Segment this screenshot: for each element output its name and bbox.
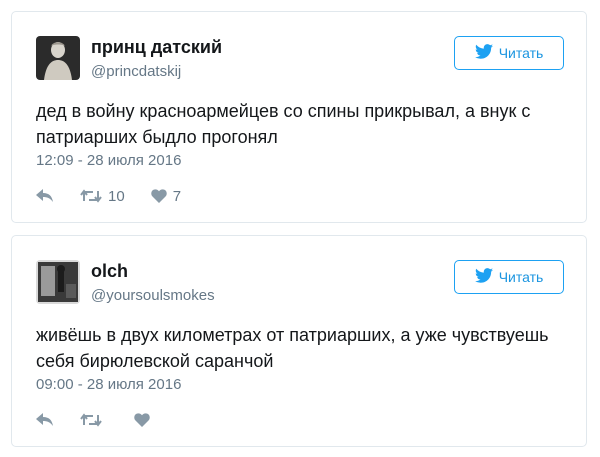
follow-label: Читать xyxy=(498,269,544,285)
follow-label: Читать xyxy=(498,45,544,61)
tweet-text: живёшь в двух километрах от патриарших, … xyxy=(36,325,549,371)
heart-icon xyxy=(134,413,150,427)
avatar[interactable] xyxy=(36,260,80,304)
tweet-card: принц датский @princdatskij Читать дед в… xyxy=(11,11,587,223)
follow-button[interactable]: Читать xyxy=(454,260,564,294)
tweet-actions xyxy=(36,410,182,430)
tweet-timestamp[interactable]: 09:00 - 28 июля 2016 xyxy=(36,376,181,393)
retweet-button[interactable] xyxy=(80,413,108,427)
like-button[interactable]: 7 xyxy=(150,187,182,205)
retweet-icon xyxy=(80,189,102,203)
like-button[interactable] xyxy=(134,413,156,427)
like-count: 7 xyxy=(172,187,182,205)
reply-button[interactable] xyxy=(36,189,54,203)
heart-icon xyxy=(150,189,167,203)
reply-icon xyxy=(36,413,54,427)
tweet-text: дед в войну красноармейцев со спины прик… xyxy=(36,101,531,147)
display-name[interactable]: принц датский xyxy=(91,37,222,58)
twitter-bird-icon xyxy=(474,44,499,62)
retweet-icon xyxy=(80,413,102,427)
user-handle[interactable]: @yoursoulsmokes xyxy=(91,287,215,304)
twitter-bird-icon xyxy=(474,268,499,286)
tweet-card: olch @yoursoulsmokes Читать живёшь в дву… xyxy=(11,235,587,447)
tweet-actions: 10 7 xyxy=(36,186,207,206)
follow-button[interactable]: Читать xyxy=(454,36,564,70)
avatar[interactable] xyxy=(36,36,80,80)
retweet-button[interactable]: 10 xyxy=(80,188,125,205)
user-handle[interactable]: @princdatskij xyxy=(91,63,181,80)
display-name[interactable]: olch xyxy=(91,261,128,282)
tweet-timestamp[interactable]: 12:09 - 28 июля 2016 xyxy=(36,152,181,169)
reply-button[interactable] xyxy=(36,413,54,427)
reply-icon xyxy=(36,189,54,203)
retweet-count: 10 xyxy=(108,187,125,205)
